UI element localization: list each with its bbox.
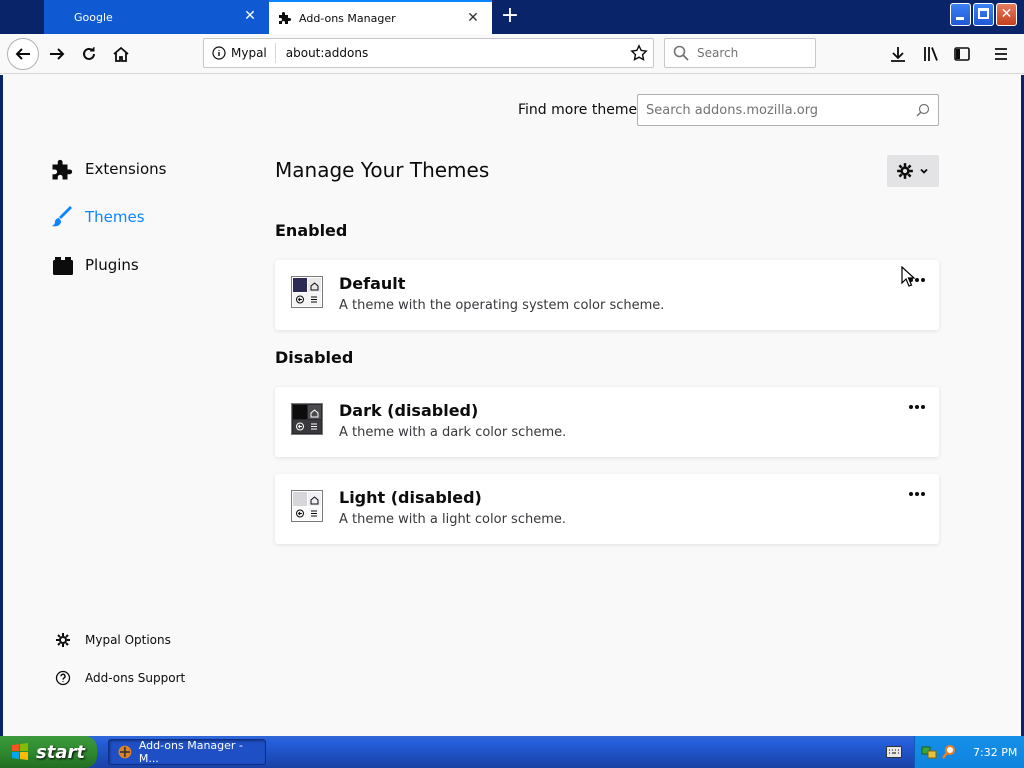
category-label: Extensions: [85, 160, 167, 178]
tools-menu-button[interactable]: [887, 155, 939, 187]
addons-support-link[interactable]: Add-ons Support: [55, 670, 185, 686]
maximize-button[interactable]: [973, 3, 994, 26]
info-icon: [212, 46, 226, 60]
home-icon: [113, 46, 129, 62]
ellipsis-icon: [909, 405, 925, 409]
start-label: start: [36, 741, 85, 763]
new-tab-button[interactable]: +: [498, 4, 522, 28]
taskbar-item-label: Add-ons Manager - M...: [138, 739, 243, 765]
category-themes[interactable]: Themes: [51, 202, 145, 232]
download-icon: [891, 47, 905, 62]
library-icon: [924, 47, 938, 61]
close-tab-icon[interactable]: ✕: [243, 9, 257, 23]
addons-search-placeholder: Search addons.mozilla.org: [646, 102, 819, 118]
disabled-section-heading: Disabled: [275, 348, 354, 367]
sidebar-icon: [954, 47, 970, 61]
enabled-section-heading: Enabled: [275, 221, 348, 240]
start-button[interactable]: start: [0, 736, 97, 768]
more-options-button[interactable]: [907, 397, 927, 417]
star-icon: [630, 44, 648, 61]
downloads-button[interactable]: [884, 40, 912, 68]
tab-strip: Google ✕ Add-ons Manager ✕ + ✕: [0, 0, 1024, 34]
tab-addons-manager[interactable]: Add-ons Manager ✕: [269, 0, 492, 34]
forward-arrow-icon: [50, 48, 65, 60]
network-icon[interactable]: [921, 744, 937, 760]
more-options-button[interactable]: [907, 484, 927, 504]
keyboard-icon[interactable]: [886, 746, 902, 758]
chevron-down-icon: [920, 168, 928, 174]
category-label: Themes: [85, 208, 145, 226]
close-tab-icon[interactable]: ✕: [466, 11, 480, 25]
theme-name: Default: [339, 274, 406, 293]
theme-description: A theme with the operating system color …: [339, 298, 665, 313]
tab-label: Google: [74, 10, 113, 24]
reload-icon: [83, 47, 95, 60]
close-window-button[interactable]: ✕: [996, 3, 1017, 26]
light-theme-preview-icon: [291, 490, 323, 522]
ellipsis-icon: [909, 492, 925, 496]
back-button[interactable]: [7, 38, 39, 70]
back-arrow-icon: [15, 48, 30, 60]
url-bar[interactable]: Mypal about:addons: [203, 38, 654, 68]
theme-name: Dark (disabled): [339, 401, 479, 420]
search-icon: [916, 103, 930, 117]
sidebars-button[interactable]: [948, 40, 976, 68]
forward-button[interactable]: [41, 38, 73, 70]
tab-label: Add-ons Manager: [299, 11, 396, 25]
puzzle-icon: [52, 159, 73, 180]
default-theme-preview-icon: [291, 276, 323, 308]
category-label: Plugins: [85, 256, 139, 274]
search-placeholder: Search: [697, 46, 739, 60]
find-more-themes-label: Find more themes: [518, 102, 645, 118]
hamburger-menu-icon: [995, 48, 1007, 60]
category-extensions[interactable]: Extensions: [51, 154, 166, 184]
page-title: Manage Your Themes: [275, 158, 490, 182]
tab-google[interactable]: Google ✕: [44, 0, 269, 34]
addons-manager-page: Find more themes Search addons.mozilla.o…: [0, 75, 1024, 736]
navigation-toolbar: Mypal about:addons Search: [0, 34, 1024, 74]
theme-card-dark[interactable]: Dark (disabled) A theme with a dark colo…: [275, 387, 939, 457]
plugin-brick-icon: [53, 257, 73, 275]
theme-description: A theme with a light color scheme.: [339, 512, 567, 527]
clock: 7:32 PM: [973, 745, 1018, 759]
theme-description: A theme with a dark color scheme.: [339, 425, 567, 440]
theme-card-light[interactable]: Light (disabled) A theme with a light co…: [275, 474, 939, 544]
library-button[interactable]: [917, 40, 945, 68]
taskbar-item-addons-manager[interactable]: Add-ons Manager - M...: [108, 739, 266, 765]
addons-search-input[interactable]: Search addons.mozilla.org: [637, 94, 939, 126]
minimize-button[interactable]: [950, 3, 971, 26]
open-menu-button[interactable]: [987, 40, 1015, 68]
help-icon: [55, 670, 71, 686]
system-tray: 7:32 PM: [914, 736, 1024, 768]
search-icon: [673, 45, 689, 61]
url-text[interactable]: about:addons: [276, 46, 625, 60]
search-bar[interactable]: Search: [664, 38, 816, 68]
identity-label: Mypal: [231, 46, 267, 60]
mypal-options-label: Mypal Options: [85, 633, 171, 647]
mouse-pointer-icon: [901, 266, 915, 287]
bookmark-star-button[interactable]: [625, 39, 653, 67]
addons-support-label: Add-ons Support: [85, 671, 186, 685]
puzzle-icon: [279, 12, 291, 24]
mypal-options-link[interactable]: Mypal Options: [55, 632, 171, 648]
theme-name: Light (disabled): [339, 488, 482, 507]
search-icon[interactable]: [941, 744, 957, 760]
category-plugins[interactable]: Plugins: [51, 250, 139, 280]
theme-card-default[interactable]: Default A theme with the operating syste…: [275, 260, 939, 330]
gear-icon: [56, 633, 70, 647]
windows-logo-icon: [12, 743, 28, 760]
taskbar: start Add-ons Manager - M... 7:32 PM: [0, 736, 1024, 768]
home-button[interactable]: [105, 38, 137, 70]
reload-button[interactable]: [73, 38, 105, 70]
gear-icon: [897, 163, 913, 179]
paintbrush-icon: [52, 206, 72, 227]
site-identity-button[interactable]: Mypal: [204, 43, 276, 63]
mypal-app-icon: [118, 745, 132, 759]
dark-theme-preview-icon: [291, 403, 323, 435]
